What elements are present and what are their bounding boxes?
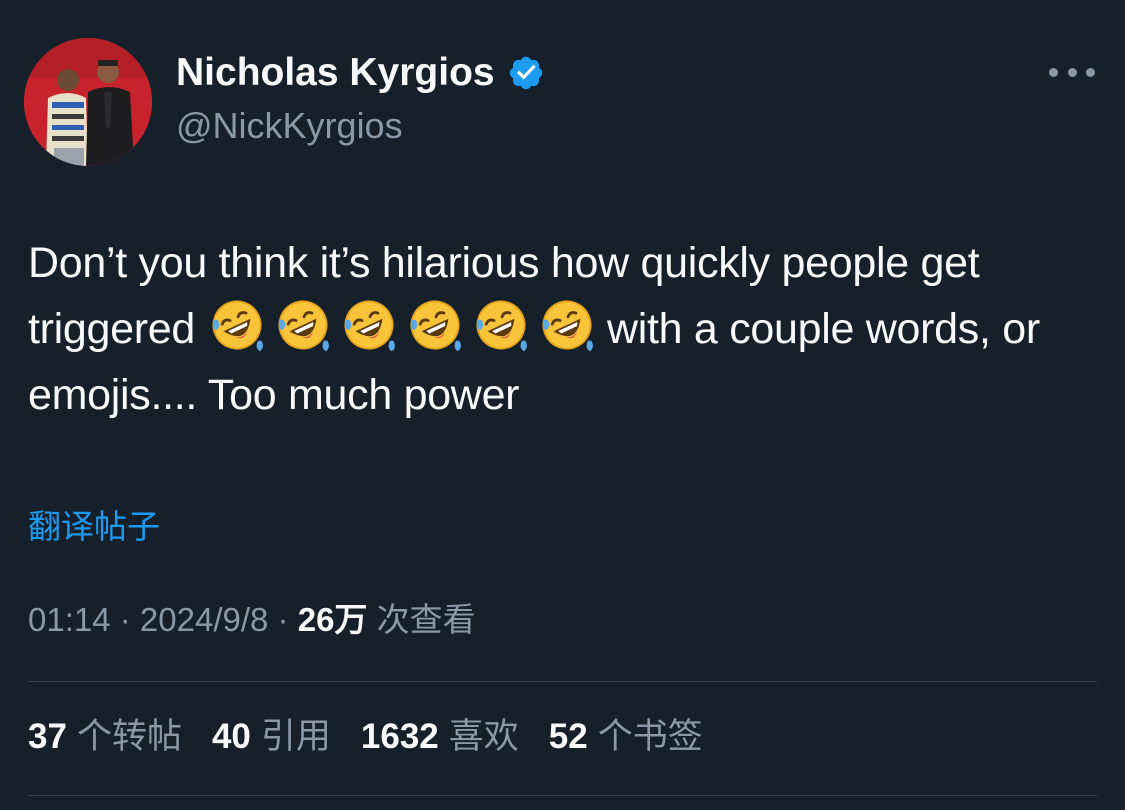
stat-label: 喜欢	[448, 717, 519, 756]
stat-count: 37	[28, 717, 67, 756]
engagement-stats: 37 个转帖 40 引用 1632 喜欢 52 个书签	[28, 712, 703, 762]
rolling-on-the-floor-laughing-emoji	[542, 300, 593, 352]
meta-separator: ·	[268, 601, 298, 638]
stat-count: 52	[548, 717, 588, 756]
rolling-on-the-floor-laughing-emoji	[476, 300, 527, 352]
stat-likes[interactable]: 1632 喜欢	[361, 712, 519, 762]
stat-label: 个转帖	[76, 717, 182, 756]
stat-count: 1632	[360, 717, 439, 756]
stat-quotes[interactable]: 40 引用	[212, 712, 331, 762]
author-display-name[interactable]: Nicholas Kyrgios	[176, 50, 495, 96]
views-label: 次查看	[376, 601, 476, 638]
author-name-row: Nicholas Kyrgios	[176, 50, 545, 96]
stat-reposts[interactable]: 37 个转帖	[28, 712, 182, 762]
avatar[interactable]	[24, 38, 152, 166]
more-options-icon[interactable]	[1049, 62, 1095, 82]
tweet-time[interactable]: 01:14	[28, 601, 111, 638]
rolling-on-the-floor-laughing-emoji	[344, 300, 395, 352]
stat-label: 个书签	[597, 717, 703, 756]
emoji-row	[209, 297, 595, 353]
tweet-date[interactable]: 2024/9/8	[140, 601, 268, 638]
author-handle[interactable]: @NickKyrgios	[176, 104, 403, 148]
divider	[28, 681, 1097, 682]
rolling-on-the-floor-laughing-emoji	[410, 300, 461, 352]
verified-badge-icon	[509, 56, 542, 90]
rolling-on-the-floor-laughing-emoji	[212, 300, 263, 352]
views-count: 26万	[297, 601, 368, 638]
divider	[28, 795, 1097, 796]
tweet-text: Don’t you think it’s hilarious how quick…	[28, 230, 1098, 428]
rolling-on-the-floor-laughing-emoji	[278, 300, 329, 352]
more-dot	[1086, 67, 1095, 77]
more-dot	[1067, 67, 1077, 77]
translate-post-link[interactable]: 翻译帖子	[28, 505, 160, 549]
more-dot	[1049, 67, 1058, 77]
tweet-meta: 01:14 · 2024/9/8 · 26万 次查看	[28, 597, 476, 643]
stat-bookmarks[interactable]: 52 个书签	[549, 712, 703, 762]
avatar-photo-icon	[24, 38, 152, 166]
stat-label: 引用	[260, 717, 331, 756]
meta-separator: ·	[110, 601, 140, 638]
stat-count: 40	[211, 717, 251, 756]
tweet-card: Nicholas Kyrgios @NickKyrgios Don’t you …	[0, 0, 1125, 810]
